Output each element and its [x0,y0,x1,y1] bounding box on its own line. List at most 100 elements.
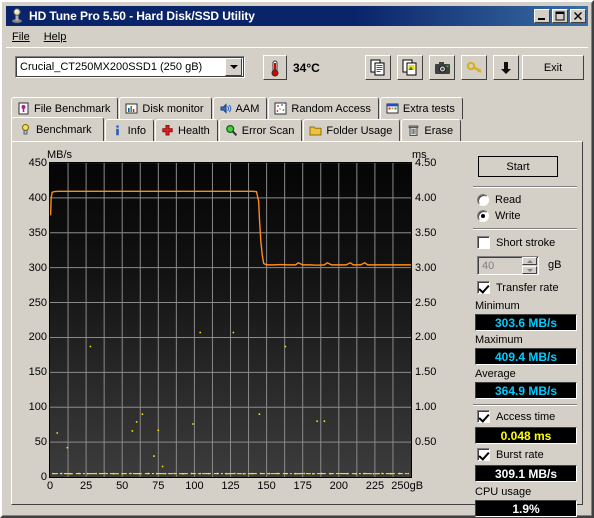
maximum-label: Maximum [475,334,523,346]
radio-write[interactable]: Write [477,210,520,222]
chart-ytick-left: 450 [28,157,47,169]
cpu-usage-value: 1.9% [475,500,577,517]
tab-extra-tests[interactable]: Extra tests [379,97,463,119]
short-stroke-size-stepper[interactable]: 40 [477,256,539,275]
close-button[interactable] [570,9,586,23]
menu-separator [6,47,588,49]
chevron-down-icon[interactable] [225,58,242,76]
tab-health[interactable]: Health [155,119,218,141]
tab-file-benchmark[interactable]: File Benchmark [11,97,119,119]
window-title: HD Tune Pro 5.50 - Hard Disk/SSD Utility [29,9,255,23]
random-access-icon [274,102,287,115]
maximize-button[interactable] [552,9,568,23]
save-down-arrow-icon[interactable] [493,55,519,80]
tab-extra-tests-label: Extra tests [402,102,455,115]
minimum-label: Minimum [475,300,520,312]
tab-random-access[interactable]: Random Access [268,97,379,119]
start-button-label: Start [506,160,530,173]
tab-aam[interactable]: AAM [212,97,268,119]
menu-help[interactable]: Help [44,31,67,43]
radio-read-indicator[interactable] [477,194,489,206]
copy-text-icon[interactable] [365,55,391,80]
minimum-value: 303.6 MB/s [475,314,577,331]
stepper-down-icon[interactable] [522,266,537,274]
window-frame-inner: HD Tune Pro 5.50 - Hard Disk/SSD Utility… [2,2,592,517]
tab-error-scan[interactable]: Error Scan [218,119,303,141]
tab-benchmark[interactable]: Benchmark [11,117,104,141]
chart-plot-area: 450 400 350 300 250 200 150 100 50 0 4.50 4.00 3.50 3… [29,157,437,492]
checkbox-burst-rate[interactable]: Burst rate [477,448,544,461]
drive-select-value: Crucial_CT250MX200SSD1 (250 gB) [20,61,203,73]
short-stroke-unit-label: gB [548,259,562,271]
health-cross-icon [161,124,174,137]
access-time-value: 0.048 ms [475,427,577,444]
file-benchmark-icon [17,102,30,115]
chart-ytick-right: 1.50 [415,366,437,379]
chart-ytick-left: 150 [28,366,47,379]
chart-xtick: 225 [365,480,385,492]
tab-disk-monitor[interactable]: Disk monitor [119,97,212,119]
checkbox-short-stroke[interactable]: Short stroke [477,236,555,249]
toolbar: Crucial_CT250MX200SSD1 (250 gB) 34°C Exi… [9,53,585,87]
radio-read[interactable]: Read [477,194,521,206]
chart-xtick: 75 [152,480,165,492]
chart-ytick-right: 2.00 [415,331,437,344]
checkbox-burst-rate-indicator[interactable] [477,448,490,461]
tab-erase[interactable]: Erase [401,119,462,141]
chart-ytick-left: 50 [34,436,47,449]
chart-xtick: 0 [46,480,54,492]
title-bar: HD Tune Pro 5.50 - Hard Disk/SSD Utility [6,6,588,26]
tab-benchmark-label: Benchmark [36,123,92,136]
chart-ytick-right: 4.00 [415,191,437,204]
chart-xtick: 150 [257,480,276,492]
benchmark-chart: MB/s ms 450 400 350 300 250 200 150 100 50 0 4.50 4… [20,149,464,502]
short-stroke-size-value: 40 [482,259,495,272]
cpu-usage-label: CPU usage [475,486,532,498]
chart-xtick: 175 [293,480,312,492]
extra-tests-icon [386,102,399,115]
stepper-buttons[interactable] [522,257,537,274]
tab-random-access-label: Random Access [291,102,371,115]
tab-info[interactable]: Info [104,119,154,141]
menu-file-label: File [12,31,30,43]
minimize-button[interactable] [534,9,550,23]
checkbox-short-stroke-label: Short stroke [496,236,556,249]
checkbox-access-time-indicator[interactable] [477,410,490,423]
menu-bar: File Help [6,28,588,46]
checkbox-transfer-rate[interactable]: Transfer rate [477,281,559,294]
tab-info-label: Info [127,124,146,137]
chart-ytick-right: 2.50 [415,296,437,309]
exit-button-label: Exit [543,61,563,74]
screenshot-camera-icon[interactable] [429,55,455,80]
tab-folder-usage[interactable]: Folder Usage [303,119,401,141]
checkbox-short-stroke-indicator[interactable] [477,236,490,249]
hdtune-app-icon [9,8,25,24]
exit-button[interactable]: Exit [522,55,584,80]
folder-usage-icon [309,124,322,137]
drive-select[interactable]: Crucial_CT250MX200SSD1 (250 gB) [15,56,245,78]
start-button[interactable]: Start [478,156,558,177]
checkbox-transfer-rate-indicator[interactable] [477,281,490,294]
chart-ytick-right: 4.50 [415,157,437,169]
tab-error-scan-label: Error Scan [241,124,295,137]
checkbox-access-time[interactable]: Access time [477,410,555,423]
copy-image-icon[interactable] [397,55,423,80]
menu-file[interactable]: File [12,31,30,43]
chart-xtick: 25 [79,480,93,492]
thermometer-icon[interactable] [263,55,287,80]
stepper-up-icon[interactable] [522,257,537,265]
radio-write-indicator[interactable] [477,210,489,222]
chart-xtick: 250gB [391,480,424,492]
chart-ytick-left: 200 [28,331,47,344]
hd-tune-window: HD Tune Pro 5.50 - Hard Disk/SSD Utility… [0,0,594,518]
disk-monitor-icon [125,102,138,115]
chart-ytick-left: 350 [28,226,47,239]
tab-disk-monitor-label: Disk monitor [142,102,204,115]
average-label: Average [475,368,516,380]
controls-panel: Start Read Write Short stroke 40 gB Tran… [470,146,582,517]
registration-key-icon[interactable] [461,55,487,80]
window-buttons [534,9,586,23]
tab-row-bottom: Benchmark Info Health Error Scan Folder … [11,117,462,141]
checkbox-access-time-label: Access time [496,410,556,423]
temperature-value: 34°C [293,61,320,75]
